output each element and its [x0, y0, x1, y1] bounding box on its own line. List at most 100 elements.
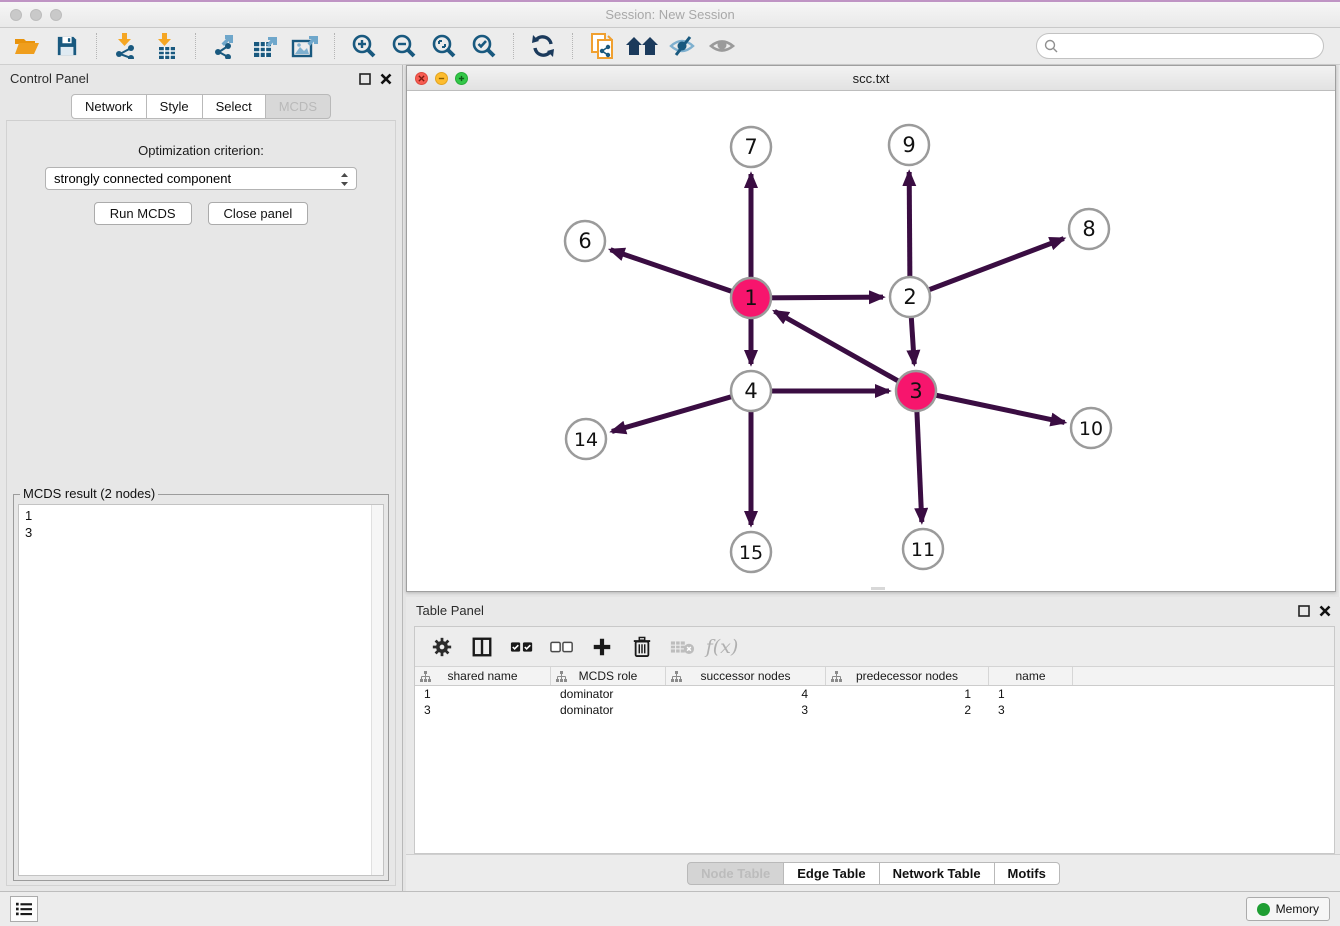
tab-edge-table[interactable]: Edge Table	[784, 862, 879, 885]
table-row[interactable]: 1dominator411	[415, 686, 1334, 702]
hide-selected-button[interactable]	[665, 31, 699, 61]
graph-node-8[interactable]: 8	[1069, 209, 1109, 249]
tab-network[interactable]: Network	[71, 94, 147, 119]
zoom-out-button[interactable]	[387, 31, 421, 61]
export-table-button[interactable]	[248, 31, 282, 61]
graph-node-4[interactable]: 4	[731, 371, 771, 411]
tab-network-table[interactable]: Network Table	[880, 862, 995, 885]
node-label: 7	[744, 135, 757, 159]
column-header-successor-nodes[interactable]: successor nodes	[666, 667, 826, 685]
node-label: 11	[911, 539, 935, 561]
table-row[interactable]: 3dominator323	[415, 702, 1334, 718]
deselect-all-button[interactable]	[547, 633, 577, 661]
zoom-fit-icon	[431, 33, 457, 59]
graph-node-10[interactable]: 10	[1071, 408, 1111, 448]
optimization-criterion-select[interactable]: strongly connected component	[45, 167, 357, 190]
edge-4-14[interactable]	[612, 391, 751, 431]
node-label: 6	[578, 229, 591, 253]
cell-predecessor-nodes[interactable]: 1	[826, 686, 989, 702]
memory-button[interactable]: Memory	[1246, 897, 1330, 921]
table-settings-button[interactable]	[427, 633, 457, 661]
graph-node-9[interactable]: 9	[889, 125, 929, 165]
edge-2-8[interactable]	[910, 239, 1064, 297]
tab-motifs[interactable]: Motifs	[995, 862, 1060, 885]
gear-icon	[431, 636, 453, 658]
mcds-result-title: MCDS result (2 nodes)	[20, 486, 158, 501]
eye-slash-icon	[668, 35, 696, 57]
cell-shared-name[interactable]: 3	[415, 702, 551, 718]
close-panel-button[interactable]: Close panel	[208, 202, 309, 225]
float-panel-icon[interactable]	[359, 73, 371, 85]
column-selector-button[interactable]	[467, 633, 497, 661]
open-session-button[interactable]	[10, 31, 44, 61]
import-table-icon	[154, 33, 178, 59]
select-all-button[interactable]	[507, 633, 537, 661]
zoom-in-button[interactable]	[347, 31, 381, 61]
close-panel-icon[interactable]	[380, 73, 392, 85]
open-folder-icon	[14, 34, 40, 58]
window-resize-handle[interactable]	[871, 587, 885, 590]
import-table-button[interactable]	[149, 31, 183, 61]
result-scrollbar[interactable]	[371, 505, 383, 875]
graph-node-6[interactable]: 6	[565, 221, 605, 261]
float-table-panel-icon[interactable]	[1298, 605, 1310, 617]
column-header-mcds-role[interactable]: MCDS role	[551, 667, 666, 685]
function-builder-button: f(x)	[707, 633, 737, 661]
column-header-predecessor-nodes[interactable]: predecessor nodes	[826, 667, 989, 685]
tab-mcds[interactable]: MCDS	[266, 94, 331, 119]
task-history-button[interactable]	[10, 896, 38, 922]
graph-node-7[interactable]: 7	[731, 127, 771, 167]
refresh-button[interactable]	[526, 31, 560, 61]
cell-successor-nodes[interactable]: 3	[666, 702, 826, 718]
cell-mcds-role[interactable]: dominator	[551, 702, 666, 718]
run-mcds-button[interactable]: Run MCDS	[94, 202, 192, 225]
table-panel-header: Table Panel	[406, 597, 1340, 624]
edge-1-6[interactable]	[611, 250, 751, 298]
cell-predecessor-nodes[interactable]: 2	[826, 702, 989, 718]
zoom-fit-button[interactable]	[427, 31, 461, 61]
cell-successor-nodes[interactable]: 4	[666, 686, 826, 702]
graph-node-3[interactable]: 3	[896, 371, 936, 411]
tab-node-table[interactable]: Node Table	[687, 862, 784, 885]
show-all-button[interactable]	[705, 31, 739, 61]
node-label: 2	[903, 285, 916, 309]
delete-column-button[interactable]	[627, 633, 657, 661]
graph-node-14[interactable]: 14	[566, 419, 606, 459]
network-canvas[interactable]: 7 9 6 8 1 2 4 3 14 10 15 11	[407, 91, 1335, 591]
control-panel-title: Control Panel	[10, 71, 350, 86]
column-header-name[interactable]: name	[989, 667, 1073, 685]
graph-node-11[interactable]: 11	[903, 529, 943, 569]
toolbar-separator	[334, 33, 335, 59]
cell-mcds-role[interactable]: dominator	[551, 686, 666, 702]
zoom-selected-button[interactable]	[467, 31, 501, 61]
graph-node-2[interactable]: 2	[890, 277, 930, 317]
graph-node-1[interactable]: 1	[731, 278, 771, 318]
edge-3-10[interactable]	[916, 391, 1065, 422]
home-button[interactable]	[625, 31, 659, 61]
search-input[interactable]	[1036, 33, 1324, 59]
export-image-button[interactable]	[288, 31, 322, 61]
node-label: 4	[744, 379, 757, 403]
mcds-buttons: Run MCDS Close panel	[7, 202, 395, 225]
close-table-panel-icon[interactable]	[1319, 605, 1331, 617]
import-network-button[interactable]	[109, 31, 143, 61]
export-network-button[interactable]	[208, 31, 242, 61]
add-column-button[interactable]	[587, 633, 617, 661]
network-view-window: scc.txt 7968124314101511	[406, 65, 1336, 592]
tab-style[interactable]: Style	[147, 94, 203, 119]
duplicate-network-button[interactable]	[585, 31, 619, 61]
tab-select[interactable]: Select	[203, 94, 266, 119]
column-type-icon	[420, 671, 431, 685]
graph-node-15[interactable]: 15	[731, 532, 771, 572]
mcds-result-text[interactable]: 1 3	[18, 504, 384, 876]
window-title-bar: Session: New Session	[0, 0, 1340, 28]
node-label: 14	[574, 429, 598, 451]
save-session-button[interactable]	[50, 31, 84, 61]
edge-3-1[interactable]	[775, 311, 916, 391]
column-header-shared-name[interactable]: shared name	[415, 667, 551, 685]
cell-name[interactable]: 3	[989, 702, 1073, 718]
delete-table-button	[667, 633, 697, 661]
zoom-in-icon	[351, 33, 377, 59]
cell-shared-name[interactable]: 1	[415, 686, 551, 702]
cell-name[interactable]: 1	[989, 686, 1073, 702]
